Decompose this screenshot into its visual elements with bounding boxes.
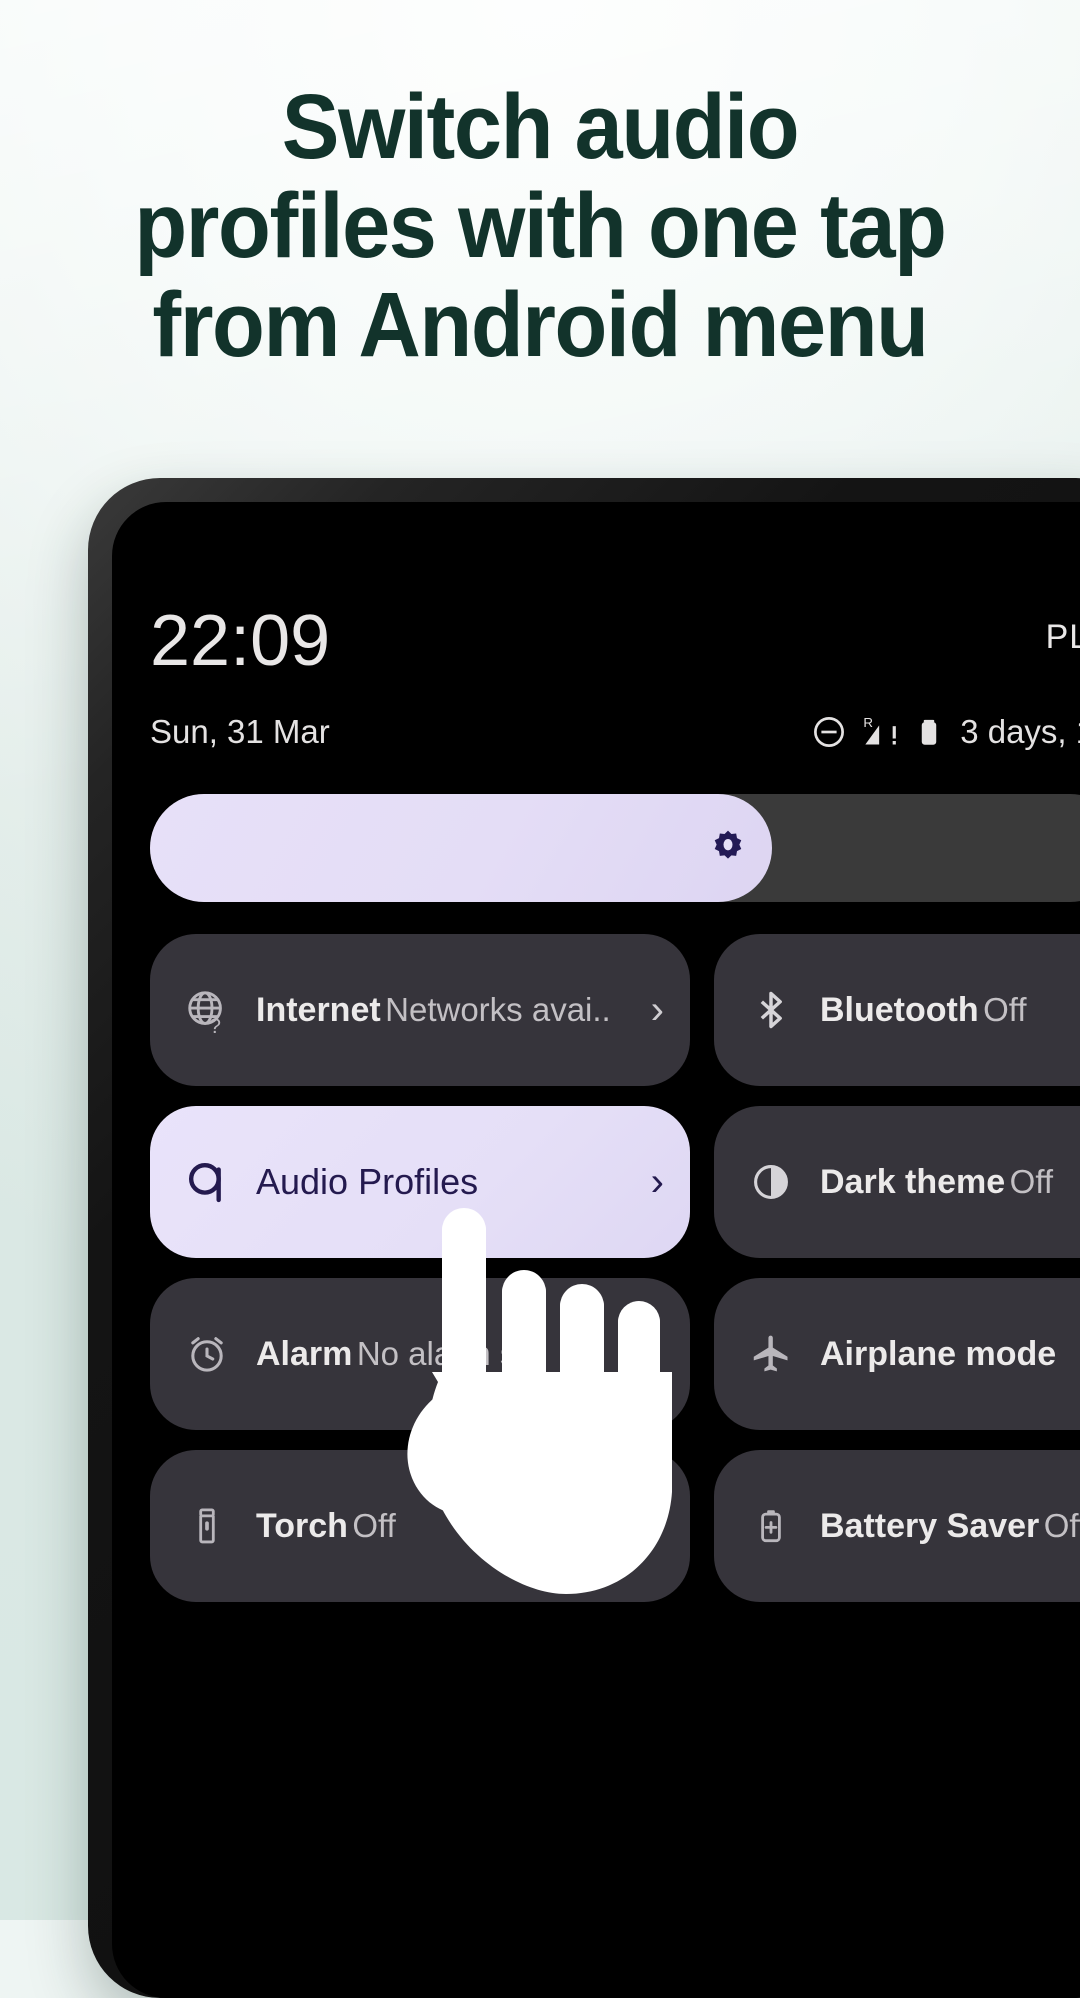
quick-settings-panel: 22:09 PLAY Sun, 31 Mar R (112, 502, 1080, 1998)
tile-internet-text: Internet Networks avai.. (256, 990, 637, 1031)
tile-airplane-mode[interactable]: Airplane mode (714, 1278, 1080, 1430)
tile-audio-profiles-text: Audio Profiles (256, 1160, 637, 1204)
tile-dark-theme-subtitle: Off (1009, 1162, 1054, 1200)
tile-alarm[interactable]: Alarm No alarm set (150, 1278, 690, 1430)
svg-text:R: R (864, 715, 874, 730)
tile-torch-text: Torch Off (256, 1506, 664, 1547)
tile-audio-profiles[interactable]: Audio Profiles › (150, 1106, 690, 1258)
status-meta-row: Sun, 31 Mar R 3 days, (150, 710, 1080, 756)
tile-torch[interactable]: Torch Off (150, 1450, 690, 1602)
battery-remaining-text: 3 days, 18 h (960, 713, 1080, 750)
brightness-fill[interactable] (150, 794, 772, 902)
status-icon-group: R 3 days, 18 h (810, 710, 1080, 754)
chevron-right-icon[interactable]: › (651, 990, 664, 1030)
tile-internet[interactable]: ? Internet Networks avai.. › (150, 934, 690, 1086)
tile-dark-theme-text: Dark theme Off (820, 1162, 1080, 1203)
bluetooth-icon (744, 983, 798, 1037)
signal-roaming-icon: R (860, 712, 900, 752)
tile-alarm-subtitle: No alarm set (356, 1334, 544, 1372)
contrast-icon (744, 1155, 798, 1209)
page-title: Switch audio profiles with one tap from … (0, 78, 1080, 375)
tile-audio-profiles-title: Audio Profiles (256, 1161, 479, 1202)
tile-dark-theme[interactable]: Dark theme Off (714, 1106, 1080, 1258)
tile-bluetooth-title: Bluetooth (820, 990, 979, 1029)
headline-line-2: profiles with one tap (134, 175, 947, 277)
quick-settings-tile-grid: ? Internet Networks avai.. › Bluetooth O… (150, 934, 1080, 1602)
carrier-label: PLAY (1045, 618, 1080, 656)
brightness-icon (708, 828, 748, 868)
tile-alarm-title: Alarm (256, 1334, 353, 1373)
tile-bluetooth-text: Bluetooth Off (820, 990, 1080, 1031)
globe-question-icon: ? (180, 983, 234, 1037)
tile-bluetooth[interactable]: Bluetooth Off › (714, 934, 1080, 1086)
status-date: Sun, 31 Mar (150, 713, 330, 750)
tile-battery-saver-text: Battery Saver Off (820, 1506, 1080, 1547)
phone-screen: 22:09 PLAY Sun, 31 Mar R (112, 502, 1080, 1998)
tile-airplane-mode-text: Airplane mode (820, 1334, 1080, 1375)
tile-bluetooth-subtitle: Off (983, 990, 1027, 1028)
tile-dark-theme-title: Dark theme (820, 1162, 1006, 1201)
headline-line-3: from Android menu (152, 274, 929, 376)
tile-internet-subtitle: Networks avai.. (385, 990, 611, 1028)
headline-line-1: Switch audio (281, 76, 800, 178)
status-clock-row: 22:09 PLAY (150, 602, 1080, 682)
tile-alarm-text: Alarm No alarm set (256, 1334, 664, 1375)
clock-time: 22:09 (150, 601, 331, 681)
tile-battery-saver-subtitle: Off (1043, 1506, 1080, 1544)
flashlight-icon (180, 1499, 234, 1553)
chevron-right-icon[interactable]: › (651, 1162, 664, 1202)
phone-mockup: 22:09 PLAY Sun, 31 Mar R (88, 478, 1080, 1998)
do-not-disturb-icon (810, 713, 848, 751)
svg-text:?: ? (209, 1015, 221, 1033)
battery-saver-icon (744, 1499, 798, 1553)
tile-internet-title: Internet (256, 990, 381, 1029)
tile-torch-subtitle: Off (352, 1506, 396, 1544)
tile-torch-title: Torch (256, 1506, 348, 1545)
battery-icon (912, 715, 946, 749)
audio-profiles-logo-icon (180, 1155, 234, 1209)
tile-battery-saver[interactable]: Battery Saver Off (714, 1450, 1080, 1602)
tile-airplane-mode-title: Airplane mode (820, 1334, 1057, 1373)
brightness-slider[interactable] (150, 794, 1080, 902)
airplane-icon (744, 1327, 798, 1381)
tile-battery-saver-title: Battery Saver (820, 1506, 1040, 1545)
alarm-clock-icon (180, 1327, 234, 1381)
